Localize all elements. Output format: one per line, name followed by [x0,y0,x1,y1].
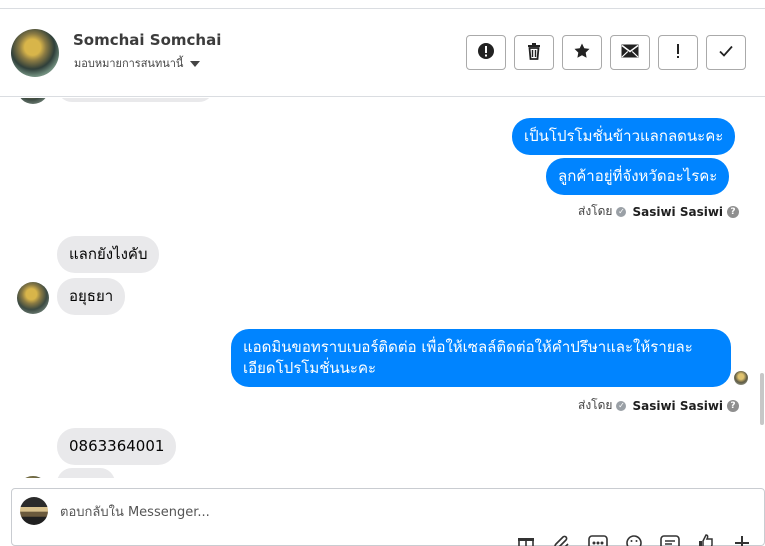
mark-done-button[interactable] [706,35,746,70]
outgoing-message-line: แอดมินขอทราบเบอร์ติดต่อ เพื่อให้เซลล์ติด… [243,338,693,356]
emoji-icon[interactable] [623,534,645,546]
outgoing-message-line: เอียดโปรโมชั่นนะคะ [243,359,377,377]
trash-icon [525,42,543,63]
thread-scrollbar[interactable] [760,88,765,448]
thumbs-up-icon[interactable] [695,534,717,546]
check-icon [717,42,735,63]
exclamation-icon [675,42,681,63]
contact-avatar-small [17,98,49,104]
help-icon[interactable]: ? [727,399,740,412]
conversation-actions [466,35,746,70]
contact-name[interactable]: Somchai Somchai [73,31,221,49]
assign-conversation-label: มอบหมายการสนทนานี้ [74,57,184,70]
envelope-icon [621,44,639,61]
sent-by-label: ส่งโดย ✓ Sasiwi Sasiwi ? [578,202,740,221]
outgoing-message: ลูกค้าอยู่ที่จังหวัดอะไรคะ [546,158,730,195]
gift-icon[interactable] [515,534,537,546]
incoming-message: อยุธยา [57,278,126,315]
star-button[interactable] [562,35,602,70]
alert-circle-icon [477,42,495,63]
scroll-thumb[interactable] [760,373,764,425]
star-icon [573,42,591,63]
gif-icon[interactable] [587,534,609,546]
follow-up-button[interactable] [658,35,698,70]
message-composer [11,488,765,546]
sent-by-agent: Sasiwi Sasiwi [632,204,724,219]
incoming-message: แลกยังไงคับ [57,236,160,273]
saved-reply-icon[interactable] [659,534,681,546]
verified-check-icon: ✓ [616,206,627,217]
incoming-message-partial [57,98,214,102]
message-thread: เป็นโปรโมชั่นข้าวแลกลดนะคะ ลูกค้าอยู่ที่… [0,98,765,478]
seen-avatar [734,371,748,385]
report-spam-button[interactable] [466,35,506,70]
sent-by-prefix: ส่งโดย [578,204,613,218]
contact-avatar-small [17,282,49,314]
outgoing-message: เป็นโปรโมชั่นข้าวแลกลดนะคะ [512,118,736,155]
incoming-message: 0863364001 [57,428,177,465]
composer-toolbar [515,534,753,546]
outgoing-message-multiline: แอดมินขอทราบเบอร์ติดต่อ เพื่อให้เซลล์ติด… [231,329,731,387]
contact-avatar[interactable] [11,29,59,77]
sent-by-agent: Sasiwi Sasiwi [632,398,724,413]
delete-button[interactable] [514,35,554,70]
more-options-icon[interactable] [731,534,753,546]
help-icon[interactable]: ? [727,205,740,218]
incoming-message-partial [57,468,115,478]
mark-unread-button[interactable] [610,35,650,70]
chevron-down-icon [190,60,201,67]
paperclip-icon[interactable] [551,534,573,546]
page-avatar [20,497,48,525]
contact-avatar-small [17,476,49,478]
assign-conversation-dropdown[interactable]: มอบหมายการสนทนานี้ [74,54,201,72]
conversation-header: Somchai Somchai มอบหมายการสนทนานี้ [0,8,765,97]
verified-check-icon: ✓ [616,400,627,411]
reply-input[interactable] [60,502,560,522]
sent-by-prefix: ส่งโดย [578,398,613,412]
sent-by-label: ส่งโดย ✓ Sasiwi Sasiwi ? [578,396,740,415]
